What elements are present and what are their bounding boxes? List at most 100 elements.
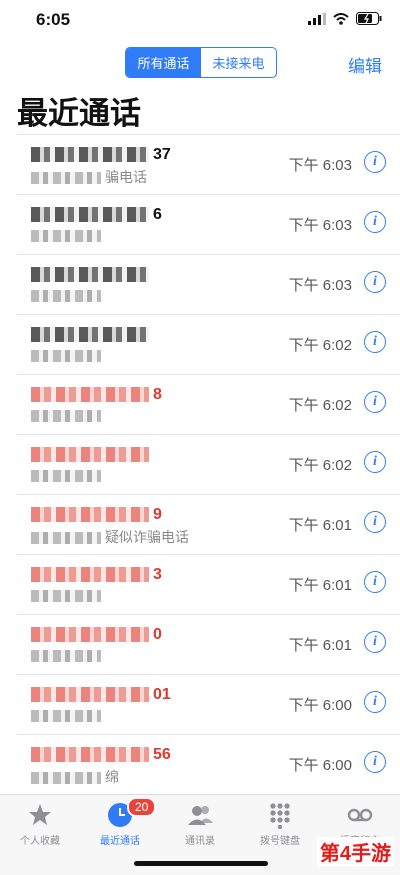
- redacted-label: [31, 230, 101, 243]
- info-icon[interactable]: i: [364, 451, 386, 473]
- signal-icon: [308, 12, 326, 25]
- call-subtitle: [31, 467, 105, 483]
- number-tail: 0: [153, 626, 162, 643]
- number-tail: 37: [153, 146, 171, 163]
- call-time: 下午 6:00: [288, 697, 352, 714]
- info-icon[interactable]: i: [364, 511, 386, 533]
- number-tail: 56: [153, 746, 171, 763]
- call-subtitle: [31, 707, 105, 723]
- caller-number: 8: [31, 386, 162, 404]
- status-icons: [308, 12, 382, 25]
- info-icon[interactable]: i: [364, 751, 386, 773]
- number-tail: 9: [153, 506, 162, 523]
- call-subtitle: 绵: [31, 767, 119, 787]
- call-subtitle: [31, 227, 105, 243]
- keypad-icon: [270, 803, 290, 829]
- call-time: 下午 6:02: [288, 397, 352, 414]
- call-time: 下午 6:01: [288, 517, 352, 534]
- call-note: 骗电话: [105, 169, 147, 185]
- redacted-label: [31, 290, 101, 303]
- caller-number: 37: [31, 146, 171, 164]
- redacted-number: [31, 747, 149, 763]
- info-icon[interactable]: i: [364, 391, 386, 413]
- number-tail: 8: [153, 386, 162, 403]
- voicemail-icon: [347, 808, 373, 822]
- call-time: 下午 6:00: [288, 757, 352, 774]
- redacted-label: [31, 410, 101, 423]
- call-row[interactable]: 6 下午 6:03 i: [17, 194, 400, 254]
- caller-number: [31, 446, 153, 464]
- redacted-label: [31, 172, 101, 185]
- redacted-label: [31, 772, 101, 785]
- call-time: 下午 6:03: [288, 277, 352, 294]
- home-indicator[interactable]: [134, 861, 268, 866]
- call-filter-segmented-control[interactable]: 所有通话 未接来电: [125, 47, 277, 78]
- call-time: 下午 6:01: [288, 637, 352, 654]
- call-time: 下午 6:03: [288, 157, 352, 174]
- redacted-number: [31, 507, 149, 523]
- call-subtitle: [31, 347, 105, 363]
- call-row[interactable]: 下午 6:02 i: [17, 314, 400, 374]
- call-row[interactable]: 56 绵 下午 6:00 i: [17, 734, 400, 795]
- info-icon[interactable]: i: [364, 691, 386, 713]
- star-icon: [29, 804, 51, 825]
- caller-number: 56: [31, 746, 171, 764]
- tab-label: 通讯录: [185, 836, 215, 847]
- info-icon[interactable]: i: [364, 151, 386, 173]
- watermark-logo: 第4手游: [316, 837, 394, 866]
- redacted-label: [31, 650, 101, 663]
- redacted-label: [31, 710, 101, 723]
- info-icon[interactable]: i: [364, 211, 386, 233]
- redacted-label: [31, 532, 101, 545]
- caller-number: 0: [31, 626, 162, 644]
- contacts-icon: [188, 806, 213, 825]
- edit-button[interactable]: 编辑: [348, 52, 382, 77]
- clock: 6:05: [36, 10, 71, 29]
- recents-badge: 20: [127, 797, 157, 817]
- call-row[interactable]: 下午 6:02 i: [17, 434, 400, 494]
- tab-label: 拨号键盘: [260, 836, 300, 847]
- info-icon[interactable]: i: [364, 331, 386, 353]
- call-row[interactable]: 01 下午 6:00 i: [17, 674, 400, 734]
- tab-label: 最近通话: [100, 836, 140, 847]
- call-time: 下午 6:02: [288, 337, 352, 354]
- call-subtitle: [31, 287, 105, 303]
- tab-missed-calls[interactable]: 未接来电: [201, 48, 276, 77]
- redacted-number: [31, 447, 149, 463]
- info-icon[interactable]: i: [364, 631, 386, 653]
- recent-calls-list: 37 骗电话 下午 6:03 i 6 下午 6:03 i 下午 6:03 i 下午 6:02 i 8 下…: [0, 134, 400, 795]
- call-note: 疑似诈骗电话: [105, 529, 189, 545]
- tab-label: 个人收藏: [20, 836, 60, 847]
- tab-all-calls[interactable]: 所有通话: [126, 48, 201, 77]
- call-subtitle: [31, 407, 105, 423]
- call-row[interactable]: 下午 6:03 i: [17, 254, 400, 314]
- redacted-label: [31, 350, 101, 363]
- redacted-number: [31, 267, 149, 283]
- call-subtitle: 疑似诈骗电话: [31, 527, 189, 547]
- call-row[interactable]: 9 疑似诈骗电话 下午 6:01 i: [17, 494, 400, 554]
- call-subtitle: [31, 587, 105, 603]
- number-tail: 3: [153, 566, 162, 583]
- call-row[interactable]: 8 下午 6:02 i: [17, 374, 400, 434]
- redacted-number: [31, 567, 149, 583]
- redacted-number: [31, 627, 149, 643]
- info-icon[interactable]: i: [364, 571, 386, 593]
- redacted-number: [31, 387, 149, 403]
- call-row[interactable]: 0 下午 6:01 i: [17, 614, 400, 674]
- caller-number: 01: [31, 686, 171, 704]
- caller-number: 3: [31, 566, 162, 584]
- call-row[interactable]: 3 下午 6:01 i: [17, 554, 400, 614]
- call-row[interactable]: 37 骗电话 下午 6:03 i: [17, 134, 400, 194]
- call-time: 下午 6:03: [288, 217, 352, 234]
- battery-icon: [356, 12, 382, 25]
- status-bar: 6:05: [0, 0, 400, 40]
- caller-number: [31, 266, 153, 284]
- wifi-icon: [333, 12, 349, 25]
- redacted-number: [31, 327, 149, 343]
- caller-number: [31, 326, 153, 344]
- page-title: 最近通话: [17, 96, 141, 131]
- call-subtitle: 骗电话: [31, 167, 147, 187]
- info-icon[interactable]: i: [364, 271, 386, 293]
- tab-star[interactable]: 个人收藏: [0, 795, 80, 875]
- redacted-number: [31, 147, 149, 163]
